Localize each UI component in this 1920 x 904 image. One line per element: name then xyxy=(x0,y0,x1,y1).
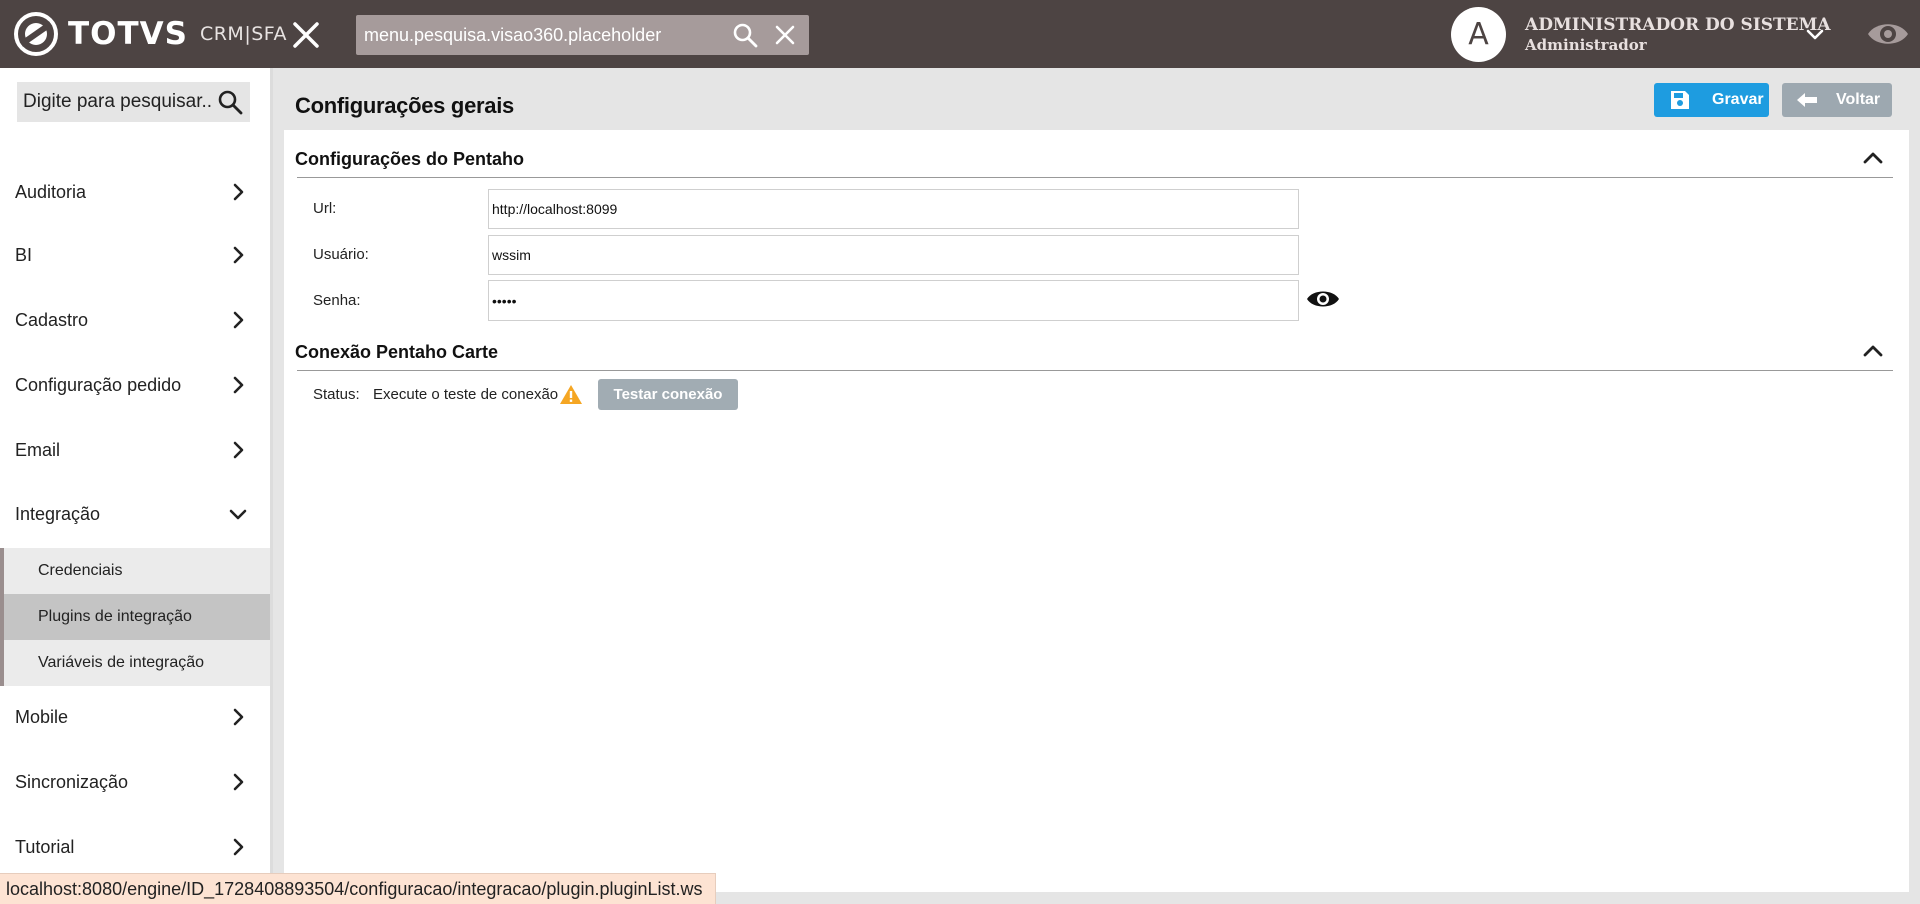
arrow-left-icon xyxy=(1797,93,1817,107)
chevron-up-icon[interactable] xyxy=(1862,340,1884,362)
save-button[interactable]: Gravar xyxy=(1654,83,1769,117)
sidebar-item-label: Cadastro xyxy=(15,309,89,330)
show-password-eye-icon[interactable] xyxy=(1306,286,1340,312)
sidebar-item-label: Configuração pedido xyxy=(15,374,182,395)
back-button[interactable]: Voltar xyxy=(1782,83,1892,117)
url-label: Url: xyxy=(313,200,337,217)
sidebar-search-input[interactable] xyxy=(17,82,212,122)
sidebar-divider xyxy=(270,68,273,904)
chevron-down-icon xyxy=(229,509,247,520)
sidebar-subitem-label: Variáveis de integração xyxy=(38,654,205,671)
warning-icon xyxy=(560,385,582,404)
sidebar-item-label: Tutorial xyxy=(15,836,75,857)
chevron-up-icon[interactable] xyxy=(1862,147,1884,169)
sidebar-item-tutorial[interactable]: Tutorial xyxy=(0,827,270,867)
avatar[interactable]: A xyxy=(1451,7,1506,62)
page-title: Configurações gerais xyxy=(295,93,514,118)
save-button-label: Gravar xyxy=(1712,91,1764,108)
password-label: Senha: xyxy=(313,292,361,309)
brand-name: TOTVS xyxy=(68,16,188,52)
global-search xyxy=(356,15,809,55)
user-name[interactable]: ADMINISTRADOR DO SISTEMA xyxy=(1525,15,1831,35)
floppy-disk-icon xyxy=(1671,91,1689,109)
clear-search-icon[interactable] xyxy=(774,24,796,46)
status-label: Status: xyxy=(313,386,360,403)
back-button-label: Voltar xyxy=(1836,91,1881,108)
close-menu-icon[interactable] xyxy=(290,19,322,51)
password-field[interactable] xyxy=(488,280,1299,321)
user-label: Usuário: xyxy=(313,246,369,263)
chevron-right-icon xyxy=(233,441,244,459)
search-icon[interactable] xyxy=(732,22,758,48)
sidebar-item-mobile[interactable]: Mobile xyxy=(0,697,270,737)
totvs-logo-icon xyxy=(14,12,58,56)
sidebar-item-label: Integração xyxy=(15,503,101,524)
sidebar-item-email[interactable]: Email xyxy=(0,430,270,470)
section-title-pentaho: Configurações do Pentaho xyxy=(295,149,525,169)
sidebar-subitem-credenciais[interactable]: Credenciais xyxy=(0,548,270,594)
brand-logo[interactable]: TOTVS CRM|SFA xyxy=(14,12,287,56)
sidebar-item-configuracao-pedido[interactable]: Configuração pedido xyxy=(0,365,270,405)
sidebar-item-auditoria[interactable]: Auditoria xyxy=(0,172,270,212)
chevron-right-icon xyxy=(233,838,244,856)
chevron-right-icon xyxy=(233,708,244,726)
section-divider xyxy=(297,177,1893,178)
sidebar-subitem-variaveis-de-integracao[interactable]: Variáveis de integração xyxy=(0,640,270,686)
eye-icon[interactable] xyxy=(1866,16,1910,52)
global-search-input[interactable] xyxy=(356,15,726,55)
sidebar-subitem-plugins-de-integracao[interactable]: Plugins de integração xyxy=(0,594,270,640)
sidebar-subitem-label: Credenciais xyxy=(38,562,123,579)
sidebar-item-label: Auditoria xyxy=(15,181,87,202)
user-role: Administrador xyxy=(1525,36,1647,54)
sidebar-item-cadastro[interactable]: Cadastro xyxy=(0,300,270,340)
sidebar-item-integracao[interactable]: Integração xyxy=(0,494,270,534)
section-divider xyxy=(297,370,1893,371)
chevron-right-icon xyxy=(233,773,244,791)
user-field[interactable] xyxy=(488,235,1299,275)
sidebar-item-label: Sincronização xyxy=(15,771,129,792)
url-field[interactable] xyxy=(488,189,1299,229)
chevron-right-icon xyxy=(233,376,244,394)
sidebar-item-bi[interactable]: BI xyxy=(0,235,270,275)
sidebar-subitem-label: Plugins de integração xyxy=(38,608,192,625)
sidebar-item-label: Mobile xyxy=(15,706,69,727)
product-name: CRM|SFA xyxy=(199,23,287,45)
status-text: Execute o teste de conexão xyxy=(373,386,559,403)
search-icon[interactable] xyxy=(217,89,243,115)
sidebar-item-label: Email xyxy=(15,439,61,460)
browser-status-url: localhost:8080/engine/ID_1728408893504/c… xyxy=(0,873,716,904)
chevron-right-icon xyxy=(233,246,244,264)
sidebar-item-sincronizacao[interactable]: Sincronização xyxy=(0,762,270,802)
section-title-carte: Conexão Pentaho Carte xyxy=(295,342,499,362)
top-bar: TOTVS CRM|SFA A ADMINISTRADOR DO SISTEMA… xyxy=(0,0,1920,68)
chevron-right-icon xyxy=(233,183,244,201)
test-connection-button[interactable]: Testar conexão xyxy=(598,379,738,410)
chevron-down-icon[interactable] xyxy=(1804,24,1826,46)
sidebar: Auditoria BI Cadastro Configuração pedid… xyxy=(0,68,270,904)
sidebar-search xyxy=(17,82,250,122)
chevron-right-icon xyxy=(233,311,244,329)
sidebar-item-label: BI xyxy=(15,244,33,265)
